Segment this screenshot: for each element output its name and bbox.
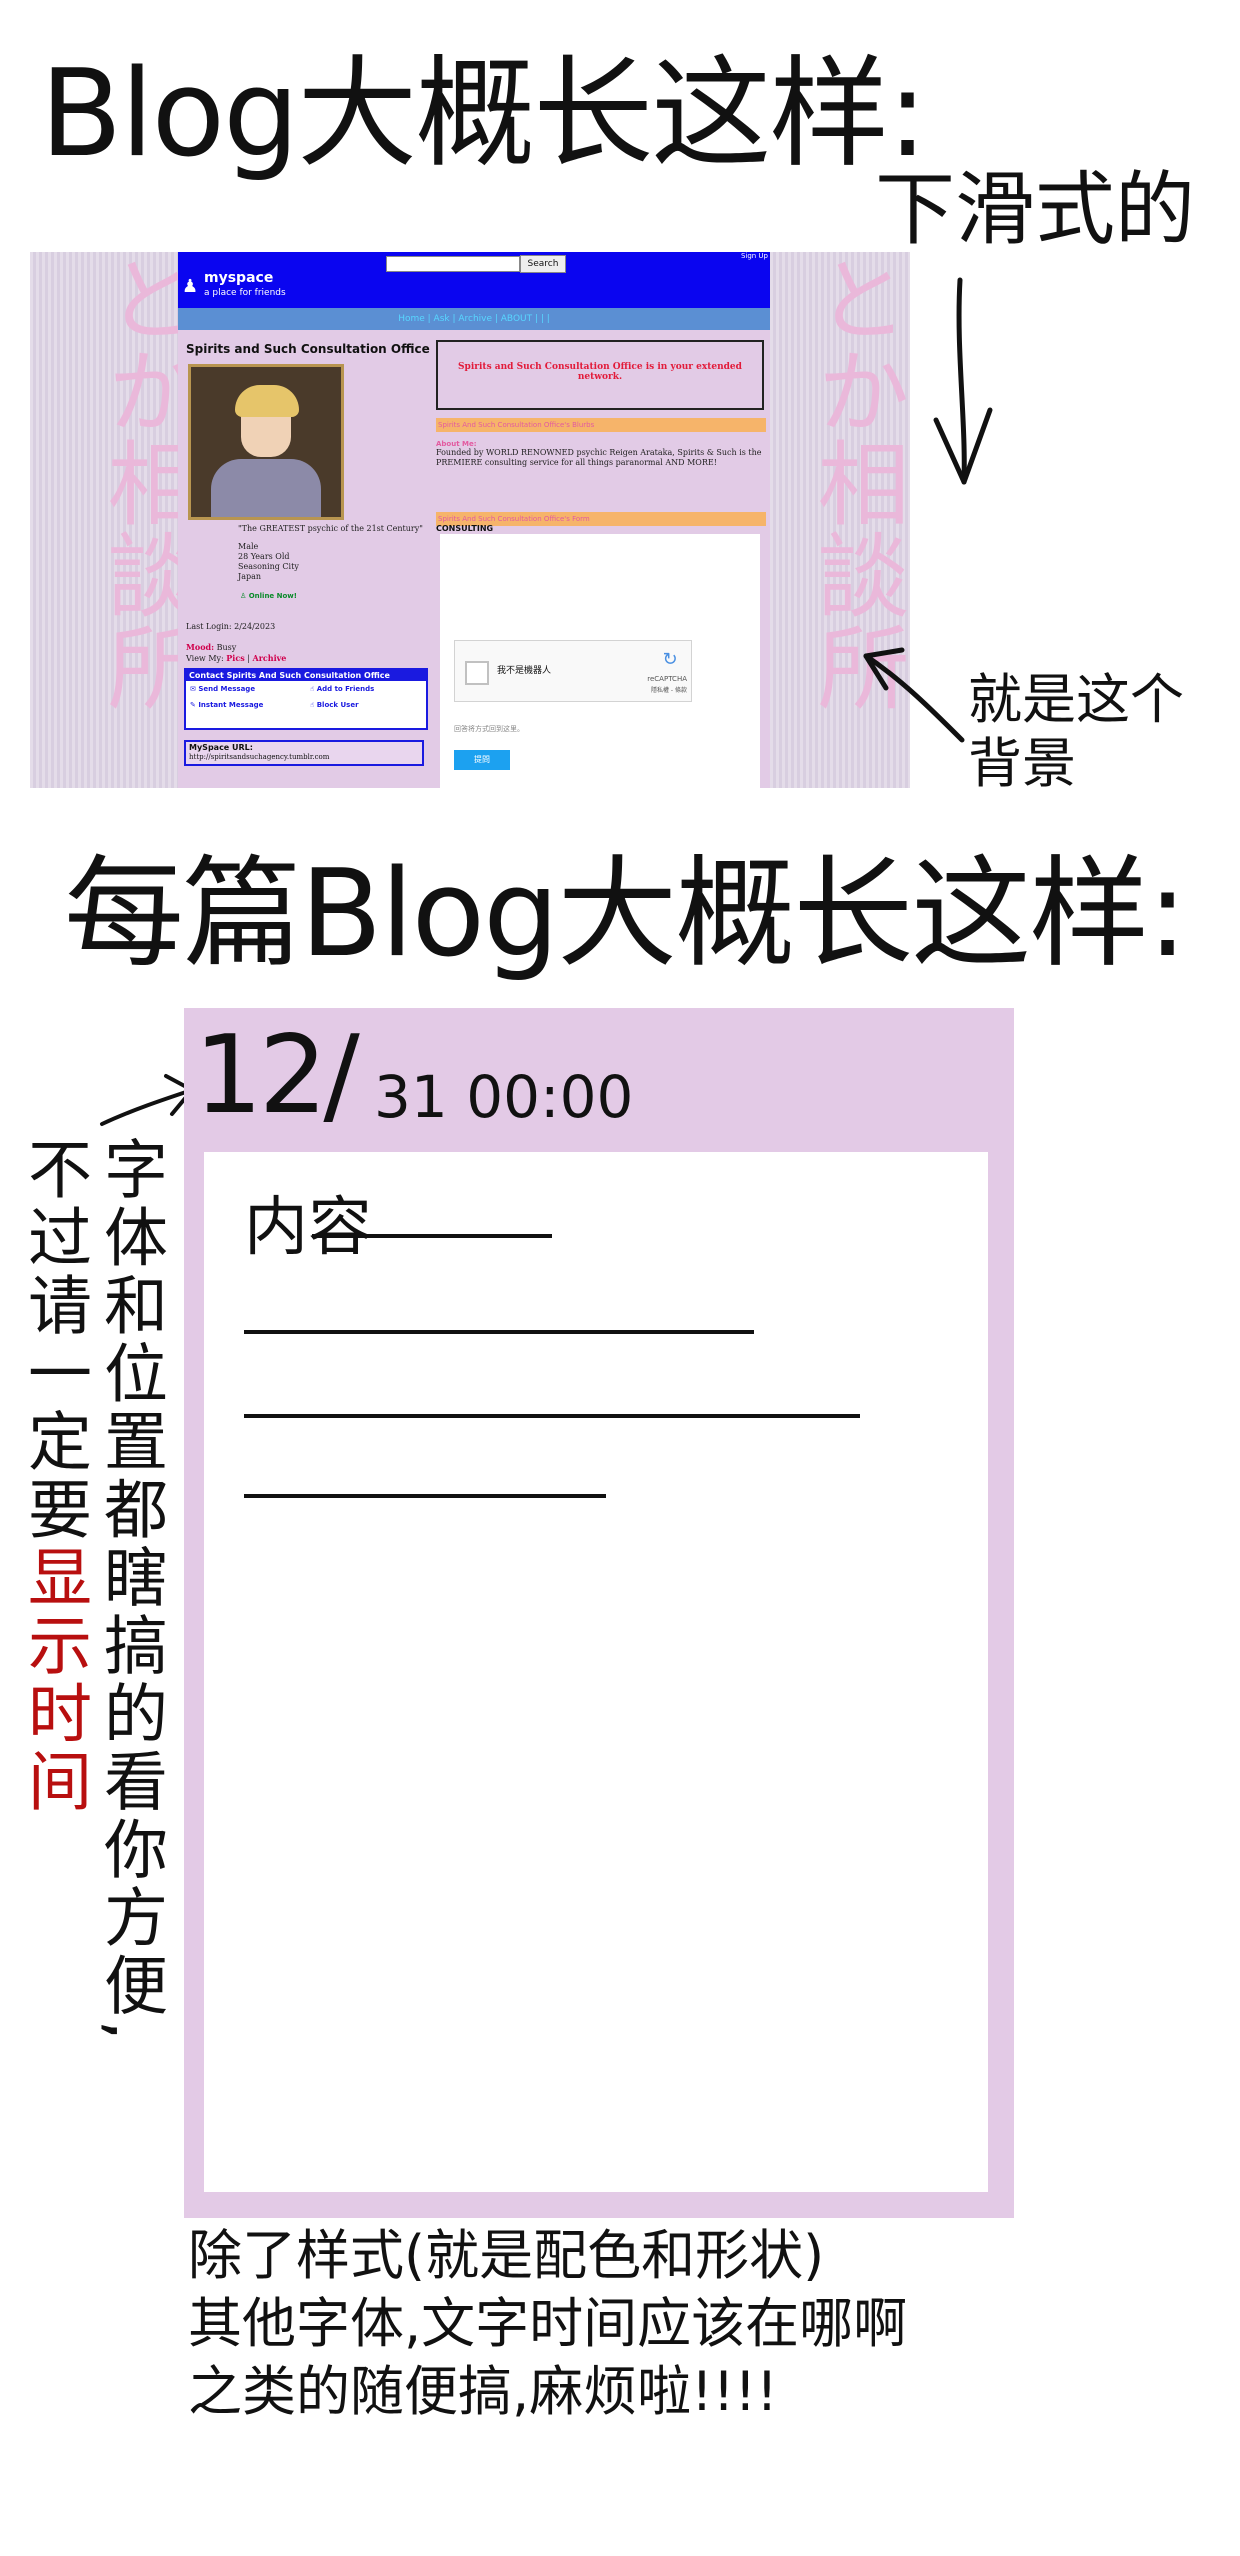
consulting-form: 我不是機器人 ↻ reCAPTCHA 隱私權 - 條款 回答将方式回到这里。 提… [440,534,760,788]
profile-details: Male 28 Years Old Seasoning City Japan [238,542,299,581]
archive-link[interactable]: Archive [253,653,287,663]
person-icon: ♙ [240,592,247,600]
blog-post: 12/ 31 00:00 内容 [184,1008,1014,2218]
profile-quote: "The GREATEST psychic of the 21st Centur… [238,524,423,533]
network-notice: Spirits and Such Consultation Office is … [436,340,764,410]
page-subheading: 下滑式的 [875,163,1195,256]
top-bar: ♟ myspace a place for friends Search Sig… [178,252,770,308]
block-user-link[interactable]: ☝ Block User [310,701,422,709]
down-arrow-icon [933,277,993,485]
content-line [312,1234,552,1238]
site-logo[interactable]: myspace [204,270,273,286]
profile-portrait [188,364,344,520]
recaptcha-icon: ↻ [662,649,678,670]
envelope-icon: ✉ [190,685,196,693]
consulting-label: CONSULTING [436,524,494,533]
captcha-checkbox[interactable] [465,661,489,685]
nav-bar[interactable]: Home | Ask | Archive | ABOUT | | | [178,308,770,330]
post-body: 内容 [204,1152,988,2192]
blurbs-header: Spirits And Such Consultation Office's B… [436,418,766,432]
chat-icon: ✎ [190,701,196,709]
background-note: 就是这个 背景 [968,668,1184,795]
submit-button[interactable]: 提問 [454,750,510,770]
content-line [244,1414,860,1418]
post-time: 31 00:00 [374,1063,634,1131]
hand-icon: ☝ [310,685,315,693]
add-friend-link[interactable]: ☝ Add to Friends [310,685,422,693]
post-content: 内容 [244,1191,372,1265]
blog-screenshot: とか相談所 とか相談所 ♟ myspace a place for friend… [30,252,910,788]
font-position-note: 字体和位置都瞎搞的看你方便, [93,1136,167,2045]
contact-title: Contact Spirits And Such Consultation Of… [186,670,426,681]
url-link[interactable]: http://spiritsandsuchagency.tumblr.com [186,753,422,761]
profile-name: Spirits and Such Consultation Office [186,342,430,356]
about-me: About Me: Founded by WORLD RENOWNED psyc… [436,440,762,467]
captcha-widget: 我不是機器人 ↻ reCAPTCHA 隱私權 - 條款 [454,640,692,702]
form-note: 回答将方式回到这里。 [454,725,524,733]
content-line [244,1330,754,1334]
send-message-link[interactable]: ✉ Send Message [190,685,302,693]
online-status: ♙ Online Now! [240,592,297,600]
instant-message-link[interactable]: ✎ Instant Message [190,701,302,709]
hand-icon: ☝ [310,701,315,709]
pics-link[interactable]: Pics [226,653,244,663]
post-heading: 每篇Blog大概长这样: [64,845,1188,984]
bottom-note: 除了样式(就是配色和形状) 其他字体,文字时间应该在哪啊 之类的随便搞,麻烦啦!… [188,2224,908,2423]
people-icon: ♟ [182,276,199,297]
mood: Mood: Busy View My: Pics | Archive [186,642,287,663]
search-input[interactable] [386,256,520,272]
search-button[interactable]: Search [520,255,566,273]
contact-box: Contact Spirits And Such Consultation Of… [184,668,428,730]
profile-page: ♟ myspace a place for friends Search Sig… [178,252,770,788]
content-line [244,1494,606,1498]
last-login: Last Login: 2/24/2023 [186,622,276,631]
pointer-arrow-icon [863,647,965,743]
url-box: MySpace URL: http://spiritsandsuchagency… [184,740,424,766]
sign-up-link[interactable]: Sign Up [741,252,768,260]
post-date: 12/ [194,1013,360,1138]
site-tagline: a place for friends [204,288,286,298]
page-heading: Blog大概长这样: [40,45,928,184]
time-note: 不过请一定要显示时间 [17,1136,91,1816]
